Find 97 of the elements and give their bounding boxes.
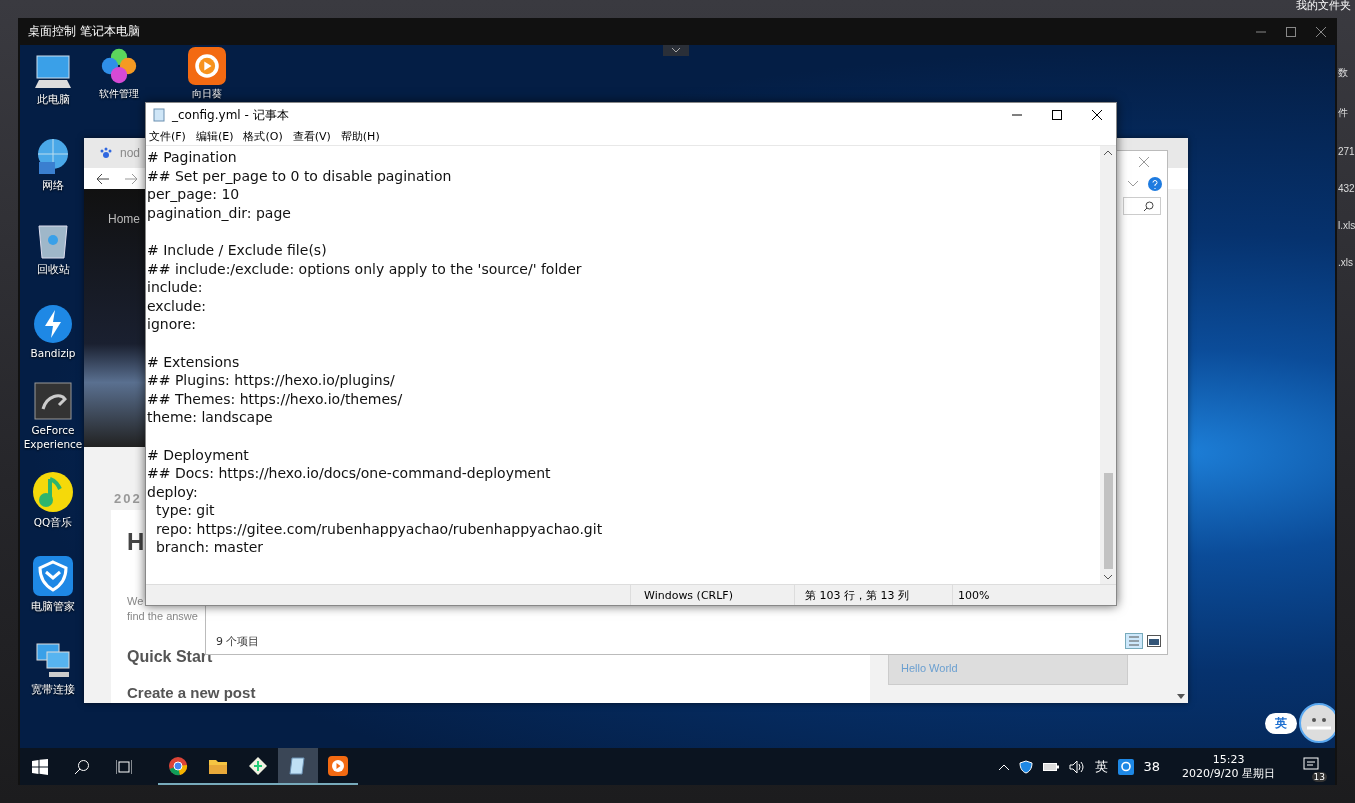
- cursor-position: 第 103 行，第 13 列: [795, 585, 953, 605]
- desktop-icon-label[interactable]: 软件管理: [99, 87, 139, 100]
- scroll-up-icon[interactable]: [1104, 150, 1112, 155]
- text-line: ## Themes: https://hexo.io/themes/: [147, 389, 404, 409]
- diamond-icon: [248, 755, 268, 776]
- text-line: ## Docs: https://hexo.io/docs/one-command-deployment: [147, 464, 552, 483]
- text-line: ## include:/exclude: options only apply to the 'source/' folder: [147, 259, 583, 279]
- menu-item[interactable]: 格式(O): [243, 128, 283, 144]
- chrome-icon: [168, 755, 188, 776]
- text-line: include:: [147, 278, 204, 297]
- notification-icon[interactable]: [1303, 757, 1319, 773]
- clock-time[interactable]: 15:23: [1212, 752, 1245, 766]
- text-line: exclude:: [147, 296, 208, 316]
- file-label: .xls: [1338, 257, 1354, 268]
- scroll-down-icon[interactable]: [1104, 575, 1112, 580]
- item-count: 9 个项目: [216, 633, 260, 649]
- text-line: ## Plugins: https://hexo.io/plugins/: [147, 371, 396, 390]
- menu-item[interactable]: 编辑(E): [195, 128, 234, 144]
- text-line: theme: landscape: [147, 408, 274, 427]
- menu-item[interactable]: 帮助(H): [340, 128, 380, 144]
- file-label: 件: [1338, 106, 1349, 120]
- thumbnail-view-icon[interactable]: [1147, 635, 1161, 647]
- section-heading: Create a new post: [127, 683, 256, 703]
- text-line: repo: https://gitee.com/rubenhappyachao/rubenhappyachao.git: [154, 519, 604, 539]
- task-view-icon[interactable]: [116, 758, 132, 775]
- menu-item[interactable]: 查看(V): [292, 128, 331, 144]
- window-title: 桌面控制 笔记本电脑: [28, 23, 141, 40]
- text-line: # Extensions: [147, 352, 241, 372]
- text-line: per_page: 10: [147, 185, 241, 204]
- zoom-level: 100%: [957, 588, 990, 602]
- windows-start-icon[interactable]: [32, 758, 48, 775]
- text-line: ignore:: [147, 315, 197, 334]
- text-line: # Pagination: [147, 148, 238, 167]
- clock-date[interactable]: 2020/9/20 星期日: [1182, 765, 1275, 781]
- text-line: branch: master: [154, 538, 265, 558]
- desktop-icon-label[interactable]: Bandizip: [30, 346, 76, 361]
- desktop-icon-label[interactable]: 回收站: [36, 262, 70, 277]
- file-label: 432: [1338, 183, 1355, 194]
- file-label: 271: [1338, 146, 1355, 157]
- volume-icon[interactable]: [1068, 759, 1085, 774]
- encoding-status: Windows (CRLF): [631, 585, 795, 605]
- chevron-up-icon[interactable]: [998, 763, 1009, 770]
- post-date: 202: [114, 491, 142, 506]
- nav-link[interactable]: Home: [108, 212, 140, 226]
- text-line: deploy:: [147, 482, 199, 502]
- ime-indicator[interactable]: 英: [1265, 712, 1297, 734]
- computer-icon[interactable]: [33, 53, 73, 90]
- file-label: l.xls: [1338, 220, 1355, 231]
- assistant-avatar-icon[interactable]: [1299, 703, 1335, 743]
- desktop-icon-label[interactable]: GeForce Experience: [20, 423, 86, 452]
- shield-icon[interactable]: [32, 554, 74, 597]
- post-title: H: [127, 528, 145, 556]
- window-title: _config.yml - 记事本: [172, 106, 290, 124]
- help-icon[interactable]: [1148, 177, 1162, 191]
- clover-icon[interactable]: [100, 47, 138, 85]
- notification-count: 13: [1311, 772, 1327, 782]
- paragraph-text: We: [127, 594, 144, 608]
- maximize-icon[interactable]: [1052, 110, 1062, 120]
- app-q-icon[interactable]: [1117, 758, 1134, 775]
- desktop-icon-label[interactable]: 此电脑: [36, 92, 70, 107]
- desktop-icon-label[interactable]: QQ音乐: [33, 515, 73, 530]
- text-line: # Deployment: [147, 445, 250, 465]
- desktop-icon-label[interactable]: 网络: [42, 178, 64, 193]
- file-label: 数: [1338, 66, 1349, 80]
- input-method-indicator[interactable]: 英: [1094, 757, 1108, 776]
- notepad-icon: [152, 108, 166, 122]
- search-field[interactable]: [1123, 197, 1161, 215]
- search-icon[interactable]: [74, 758, 90, 775]
- shield-icon[interactable]: [1018, 759, 1033, 774]
- chevron-down-icon[interactable]: [663, 45, 689, 56]
- scroll-down-icon[interactable]: [1177, 694, 1185, 699]
- tray-counter[interactable]: 38: [1143, 759, 1161, 774]
- play-icon[interactable]: [188, 47, 226, 85]
- desktop-icon-label[interactable]: 宽带连接: [31, 682, 75, 697]
- lightning-icon[interactable]: [33, 303, 73, 344]
- search-icon: [1143, 200, 1154, 212]
- text-line: pagination_dir: page: [147, 203, 292, 223]
- scrollbar[interactable]: [1100, 146, 1116, 584]
- chevron-down-icon[interactable]: [1128, 181, 1138, 187]
- notepad-icon: [288, 755, 308, 776]
- paragraph-text: find the answe: [127, 609, 198, 623]
- text-line: # Include / Exclude file(s): [147, 240, 328, 260]
- text-line: ## Set per_page to 0 to disable pagination: [147, 166, 453, 186]
- forward-arrow-icon[interactable]: [124, 172, 138, 185]
- menu-item[interactable]: 文件(F): [149, 128, 186, 144]
- paw-icon: [100, 147, 112, 160]
- battery-icon[interactable]: [1042, 761, 1059, 772]
- text-line: type: git: [154, 501, 216, 520]
- close-icon[interactable]: [1092, 110, 1102, 120]
- folder-label: 我的文件夹: [1296, 0, 1351, 13]
- back-arrow-icon[interactable]: [96, 172, 110, 185]
- scrollbar-thumb[interactable]: [1103, 473, 1113, 569]
- desktop-icon-label[interactable]: 向日葵: [192, 87, 222, 100]
- play-icon: [328, 755, 348, 776]
- desktop-icon-label[interactable]: 电脑管家: [31, 599, 75, 614]
- music-note-icon[interactable]: [32, 470, 74, 513]
- taskbar-app[interactable]: [278, 748, 318, 785]
